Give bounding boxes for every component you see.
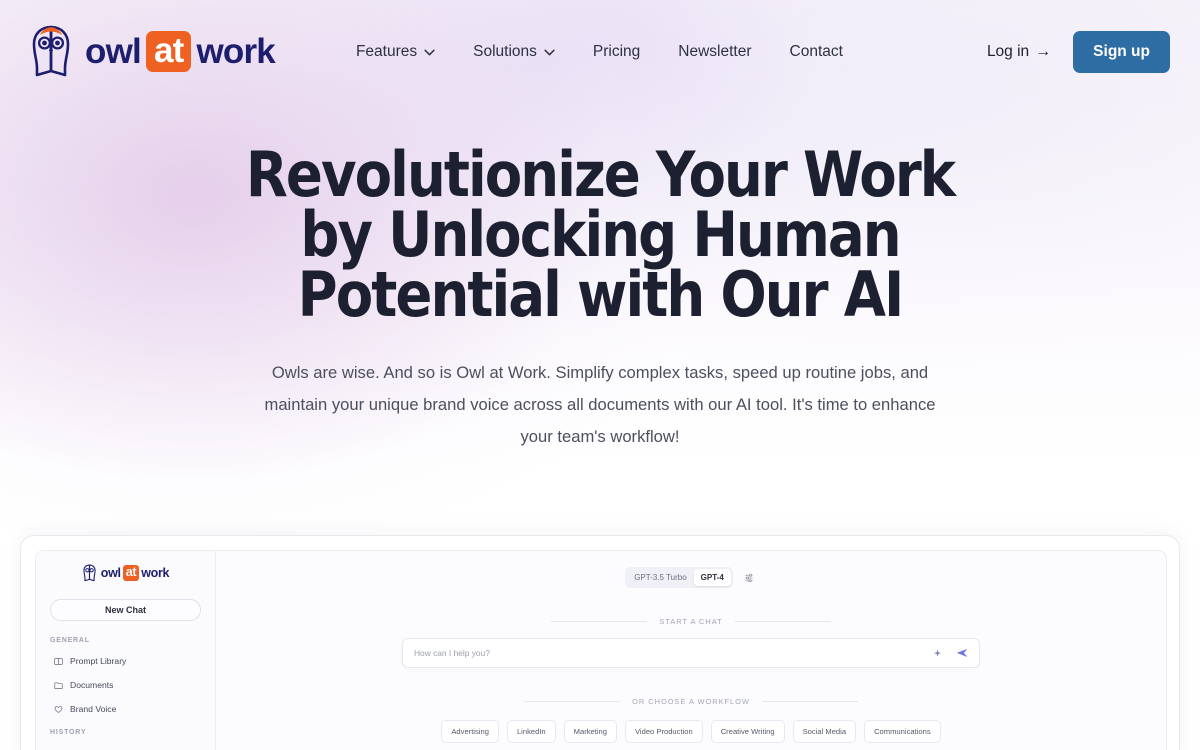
divider-line-right bbox=[761, 701, 858, 702]
page-title: Revolutionize Your Work by Unlocking Hum… bbox=[72, 138, 1128, 331]
signup-button[interactable]: Sign up bbox=[1073, 30, 1170, 73]
app-logo-text-owl: owl bbox=[100, 565, 121, 580]
main-nav: Features Solutions Pricing Newsletter Co… bbox=[337, 35, 862, 69]
chat-input-actions bbox=[933, 648, 968, 658]
workflow-chip-social-media[interactable]: Social Media bbox=[792, 720, 857, 743]
model-option-gpt4[interactable]: GPT-4 bbox=[693, 569, 731, 586]
workflow-divider: OR CHOOSE A WORKFLOW bbox=[216, 697, 1166, 706]
logo-wordmark: owl at work bbox=[85, 31, 276, 72]
workflow-chip-communications[interactable]: Communications bbox=[864, 720, 941, 743]
folder-icon bbox=[54, 681, 63, 689]
nav-label-pricing: Pricing bbox=[592, 42, 641, 60]
sliders-icon[interactable] bbox=[741, 570, 757, 586]
heart-icon bbox=[54, 705, 63, 713]
nav-item-newsletter[interactable]: Newsletter bbox=[659, 35, 770, 69]
owl-logo-icon bbox=[83, 564, 96, 582]
hero-title-line-1: Revolutionize Your Work bbox=[245, 138, 956, 211]
app-logo-text-work: work bbox=[141, 565, 170, 580]
chevron-down-icon bbox=[544, 49, 555, 56]
workflow-chip-marketing[interactable]: Marketing bbox=[563, 720, 617, 743]
nav-label-features: Features bbox=[355, 42, 418, 60]
app-logo-wordmark: owl at work bbox=[100, 565, 170, 581]
start-chat-label: START A CHAT bbox=[659, 617, 723, 626]
sidebar-item-documents[interactable]: Documents bbox=[36, 677, 215, 693]
divider-line-right bbox=[734, 621, 831, 622]
app-sidebar-logo[interactable]: owl at work bbox=[36, 564, 215, 582]
sidebar-section-history: HISTORY bbox=[50, 729, 87, 736]
sidebar-label-documents: Documents bbox=[70, 680, 114, 690]
model-selector-bar: GPT-3.5 Turbo GPT-4 bbox=[216, 567, 1166, 588]
logo-text-owl: owl bbox=[85, 32, 142, 71]
logo-text-at: at bbox=[145, 31, 192, 72]
chat-input-placeholder: How can I help you? bbox=[414, 648, 490, 658]
sidebar-label-brand-voice: Brand Voice bbox=[70, 704, 117, 714]
nav-item-pricing[interactable]: Pricing bbox=[574, 35, 659, 69]
sidebar-item-prompt-library[interactable]: Prompt Library bbox=[36, 653, 215, 669]
sliders-glyph bbox=[745, 573, 753, 582]
chat-input-container[interactable]: How can I help you? bbox=[402, 638, 980, 668]
send-icon[interactable] bbox=[956, 648, 968, 658]
logo-text-work: work bbox=[196, 32, 275, 71]
app-preview-frame: owl at work New Chat GENERAL Prompt Libr… bbox=[20, 535, 1180, 750]
start-chat-divider: START A CHAT bbox=[216, 617, 1166, 626]
model-segmented-control: GPT-3.5 Turbo GPT-4 bbox=[625, 567, 733, 588]
workflow-chip-creative-writing[interactable]: Creative Writing bbox=[710, 720, 785, 743]
arrow-right-icon: → bbox=[1035, 42, 1052, 60]
send-glyph bbox=[956, 648, 968, 657]
new-chat-button[interactable]: New Chat bbox=[50, 599, 201, 621]
nav-item-features[interactable]: Features bbox=[337, 35, 454, 69]
hero-section: Revolutionize Your Work by Unlocking Hum… bbox=[0, 103, 1200, 453]
sidebar-item-brand-voice[interactable]: Brand Voice bbox=[36, 701, 215, 717]
nav-label-contact: Contact bbox=[789, 42, 843, 60]
nav-label-newsletter: Newsletter bbox=[678, 42, 752, 60]
nav-item-solutions[interactable]: Solutions bbox=[454, 35, 574, 69]
login-link[interactable]: Log in → bbox=[987, 43, 1051, 61]
owl-logo-icon bbox=[32, 25, 70, 77]
workflow-chip-video-production[interactable]: Video Production bbox=[625, 720, 703, 743]
divider-line-left bbox=[551, 621, 648, 622]
hero-subtitle: Owls are wise. And so is Owl at Work. Si… bbox=[264, 363, 936, 446]
workflow-label: OR CHOOSE A WORKFLOW bbox=[632, 697, 750, 706]
sparkle-glyph bbox=[934, 649, 941, 657]
site-logo[interactable]: owl at work bbox=[28, 24, 276, 79]
app-sidebar: owl at work New Chat GENERAL Prompt Libr… bbox=[36, 551, 216, 750]
site-header: owl at work Features Solutions Pricing N… bbox=[0, 0, 1200, 103]
nav-label-solutions: Solutions bbox=[473, 42, 537, 60]
workflow-chip-list: Advertising LinkedIn Marketing Video Pro… bbox=[216, 720, 1166, 743]
hero-title-line-2: by Unlocking Human bbox=[300, 198, 901, 271]
sidebar-label-prompt-library: Prompt Library bbox=[70, 656, 127, 666]
landing-page: owl at work Features Solutions Pricing N… bbox=[0, 0, 1200, 750]
sparkle-icon[interactable] bbox=[933, 649, 942, 658]
book-icon bbox=[54, 657, 63, 665]
workflow-chip-linkedin[interactable]: LinkedIn bbox=[506, 720, 556, 743]
model-option-gpt35turbo[interactable]: GPT-3.5 Turbo bbox=[627, 569, 693, 586]
hero-title-line-3: Potential with Our AI bbox=[297, 258, 905, 331]
header-actions: Log in → Sign up bbox=[987, 30, 1170, 73]
workflow-chip-advertising[interactable]: Advertising bbox=[441, 720, 499, 743]
app-main-area: GPT-3.5 Turbo GPT-4 START A CHAT How can… bbox=[216, 551, 1166, 750]
app-logo-text-at: at bbox=[122, 565, 140, 581]
app-preview-window: owl at work New Chat GENERAL Prompt Libr… bbox=[35, 550, 1167, 750]
sidebar-section-general: GENERAL bbox=[50, 637, 90, 644]
login-label: Log in bbox=[986, 42, 1030, 60]
nav-item-contact[interactable]: Contact bbox=[771, 35, 862, 69]
divider-line-left bbox=[524, 701, 621, 702]
chevron-down-icon bbox=[424, 49, 435, 56]
